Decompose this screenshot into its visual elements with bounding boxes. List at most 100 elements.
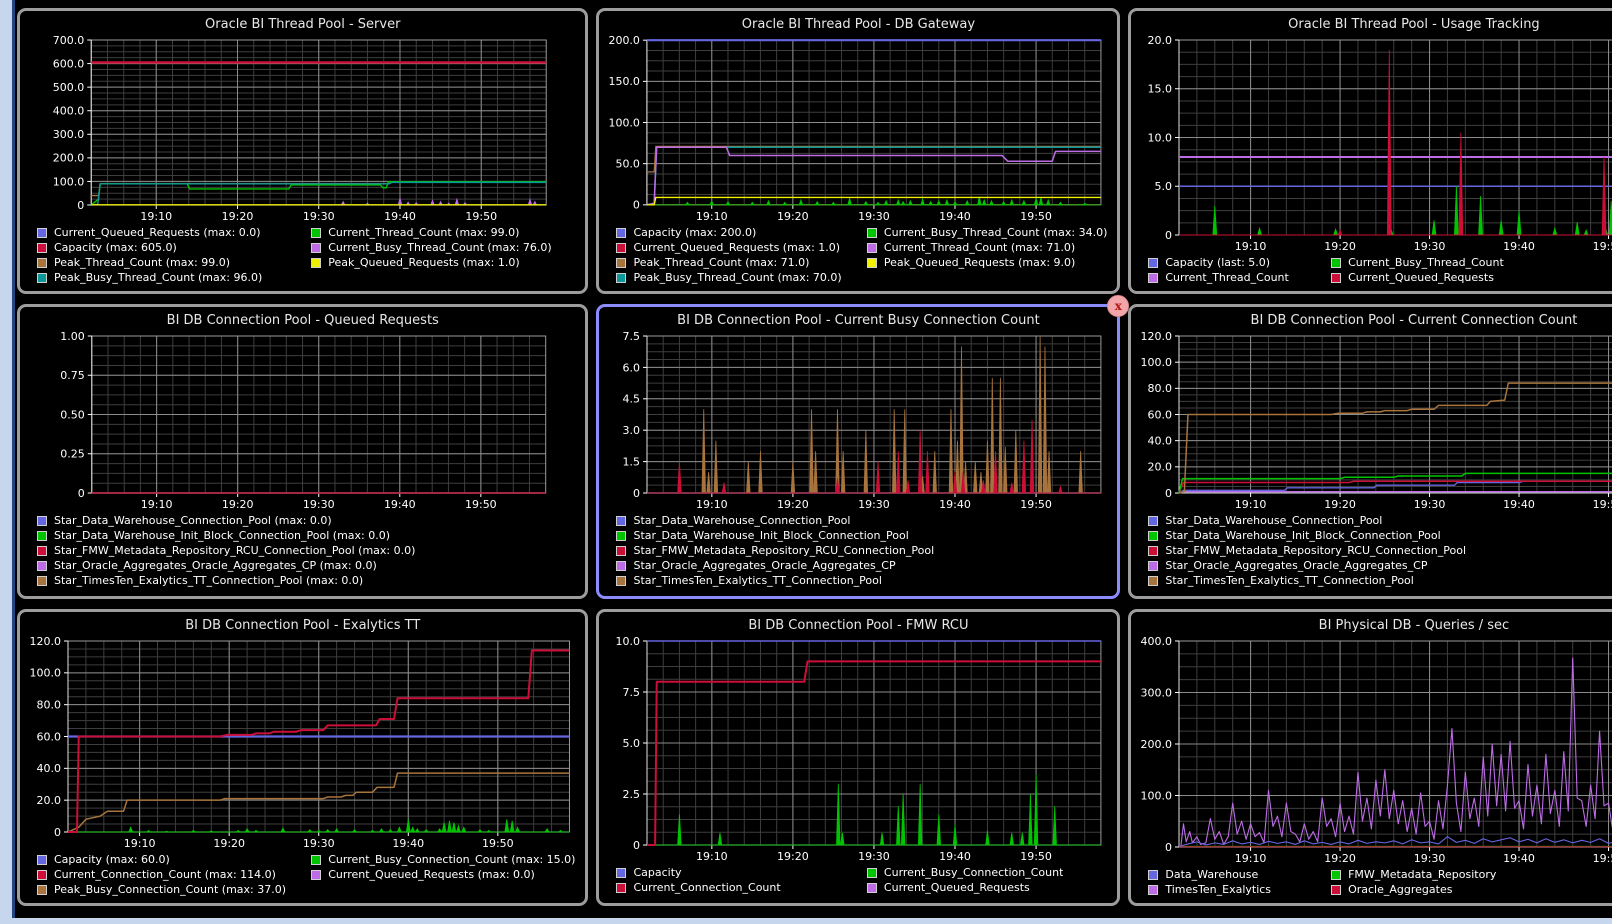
y-tick-label: 120.0 <box>30 635 62 648</box>
panel-connection-pool-exalytics-tt[interactable]: BI DB Connection Pool - Exalytics TT 020… <box>17 609 588 906</box>
series-Star_TimesTen_Exalytics_TT_Connection_Pool <box>991 378 995 493</box>
panel-connection-pool-fmw-rcu[interactable]: BI DB Connection Pool - FMW RCU 02.55.07… <box>596 609 1120 906</box>
series-Current_Busy_Connection_Count <box>147 830 151 832</box>
x-tick-label: 19:40 <box>1504 240 1536 253</box>
series-Current_Queued_Requests <box>1388 50 1392 235</box>
y-tick-label: 0 <box>78 487 85 500</box>
legend-label: Current_Busy_Thread_Count (max: 34.0) <box>884 226 1107 239</box>
legend-swatch <box>616 516 626 526</box>
panel-thread-pool-server[interactable]: Oracle BI Thread Pool - Server 0100.0200… <box>17 8 588 294</box>
y-tick-label: 400.0 <box>1141 635 1173 648</box>
legend-item: Star_Oracle_Aggregates_Oracle_Aggregates… <box>616 559 1107 572</box>
x-tick-label: 19:20 <box>1325 240 1357 253</box>
x-tick-label: 19:30 <box>859 498 891 511</box>
series-Current_Busy_Connection_Count <box>897 806 901 845</box>
series-Current_Busy_Connection_Count <box>424 830 428 832</box>
y-tick-label: 1.00 <box>60 330 85 343</box>
legend-swatch <box>616 243 626 253</box>
legend-label: Star_Oracle_Aggregates_Oracle_Aggregates… <box>1165 559 1427 572</box>
y-tick-label: 300.0 <box>1141 686 1173 699</box>
series-Current_Busy_Thread_Count <box>864 202 868 205</box>
legend-item: Current_Busy_Thread_Count <box>1331 256 1504 269</box>
series-Current_Busy_Connection_Count <box>719 833 723 845</box>
legend-label: Current_Thread_Count (max: 99.0) <box>328 226 519 239</box>
chart-plot: 0100.0200.0300.0400.0500.0600.0700.019:1… <box>22 33 583 225</box>
series-Star_FMW_Metadata_Repository_RCU_Connection_Pool <box>1023 441 1027 493</box>
series-Current_Busy_Thread_Count <box>1455 186 1459 235</box>
x-tick-label: 19:30 <box>859 210 891 223</box>
legend-item: Star_Oracle_Aggregates_Oracle_Aggregates… <box>37 559 575 572</box>
legend-label: Star_TimesTen_Exalytics_TT_Connection_Po… <box>1165 574 1413 587</box>
series-Current_Busy_Connection_Count <box>881 833 885 845</box>
panel-connection-pool-current-count[interactable]: BI DB Connection Pool - Current Connecti… <box>1128 304 1612 599</box>
legend-label: Star_Data_Warehouse_Init_Block_Connectio… <box>54 529 390 542</box>
y-tick-label: 1.5 <box>623 455 641 468</box>
series-Current_Busy_Thread_Count <box>1576 222 1580 235</box>
series-Star_TimesTen_Exalytics_TT_Connection_Pool <box>792 462 796 493</box>
legend-label: Star_Data_Warehouse_Connection_Pool <box>1165 514 1382 527</box>
legend-label: Star_FMW_Metadata_Repository_RCU_Connect… <box>1165 544 1466 557</box>
y-tick-label: 15.0 <box>1148 83 1173 96</box>
series-Star_FMW_Metadata_Repository_RCU_Connection_Pool <box>926 451 930 493</box>
y-tick-label: 10.0 <box>616 635 641 648</box>
legend-item: Star_FMW_Metadata_Repository_RCU_Connect… <box>1148 544 1612 557</box>
legend-swatch <box>37 516 47 526</box>
panel-connection-pool-queued-requests[interactable]: BI DB Connection Pool - Queued Requests … <box>17 304 588 599</box>
series-Star_TimesTen_Exalytics_TT_Connection_Pool <box>702 409 706 493</box>
legend-swatch <box>37 885 47 895</box>
series-Current_Busy_Thread_Count <box>990 201 994 205</box>
legend-item: TimesTen_Exalytics <box>1148 883 1321 896</box>
legend-swatch <box>311 228 321 238</box>
legend-item: Star_FMW_Metadata_Repository_RCU_Connect… <box>37 544 575 557</box>
legend-item: FMW_Metadata_Repository <box>1331 868 1504 881</box>
legend-swatch <box>1148 258 1158 268</box>
legend-item: Capacity (max: 60.0) <box>37 853 301 866</box>
legend-item: Star_TimesTen_Exalytics_TT_Connection_Po… <box>616 574 1107 587</box>
legend-label: Star_Data_Warehouse_Init_Block_Connectio… <box>1165 529 1440 542</box>
y-tick-label: 100.0 <box>1141 356 1173 369</box>
series-Current_Busy_Connection_Count <box>954 825 958 845</box>
legend-label: Star_TimesTen_Exalytics_TT_Connection_Po… <box>54 574 363 587</box>
legend-swatch <box>311 870 321 880</box>
panel-thread-pool-usage-tracking[interactable]: Oracle BI Thread Pool - Usage Tracking 0… <box>1128 8 1612 294</box>
chart-plot: 020.040.060.080.0100.0120.019:1019:2019:… <box>22 634 583 852</box>
legend-swatch <box>867 868 877 878</box>
y-tick-label: 0 <box>633 487 640 500</box>
x-tick-label: 19:50 <box>482 837 514 850</box>
close-button[interactable]: x <box>1107 295 1129 317</box>
series-Star_TimesTen_Exalytics_TT_Connection_Pool <box>950 409 954 493</box>
series-Current_Busy_Connection_Count <box>937 814 941 845</box>
legend-label: Current_Queued_Requests (max: 0.0) <box>54 226 261 239</box>
x-tick-label: 19:50 <box>1593 240 1612 253</box>
y-tick-label: 150.0 <box>609 75 640 88</box>
series-Star_TimesTen_Exalytics_TT_Connection_Pool <box>999 378 1003 493</box>
x-tick-label: 19:50 <box>1593 498 1612 511</box>
series-Current_Busy_Thread_Count <box>921 199 925 205</box>
series-Star_TimesTen_Exalytics_TT_Connection_Pool <box>810 409 814 493</box>
plot-area: 050.0100.0150.0200.019:1019:2019:3019:40… <box>599 33 1117 225</box>
panel-physical-db-queries-per-sec[interactable]: BI Physical DB - Queries / sec 0100.0200… <box>1128 609 1612 906</box>
series-Current_Busy_Connection_Count <box>510 821 514 832</box>
series-Current_Busy_Thread_Count <box>783 202 787 204</box>
series-Current_Busy_Connection_Count <box>379 829 383 832</box>
legend-item: Current_Busy_Connection_Count <box>867 866 1107 879</box>
legend-label: Star_FMW_Metadata_Repository_RCU_Connect… <box>54 544 415 557</box>
x-tick-label: 19:50 <box>1021 498 1053 511</box>
series-Star_FMW_Metadata_Repository_RCU_Connection_Pool <box>1010 483 1014 493</box>
y-tick-label: 40.0 <box>37 762 62 775</box>
x-tick-label: 19:40 <box>940 850 972 863</box>
legend-label: Current_Busy_Thread_Count (max: 76.0) <box>328 241 551 254</box>
x-tick-label: 19:20 <box>222 210 254 223</box>
legend-label: Current_Busy_Connection_Count <box>884 866 1063 879</box>
x-tick-label: 19:30 <box>1414 852 1446 865</box>
legend-item: Peak_Queued_Requests (max: 1.0) <box>311 256 575 269</box>
legend-item: Peak_Thread_Count (max: 99.0) <box>37 256 301 269</box>
x-tick-label: 19:50 <box>1593 852 1612 865</box>
panel-thread-pool-db-gateway[interactable]: Oracle BI Thread Pool - DB Gateway 050.0… <box>596 8 1120 294</box>
y-tick-label: 80.0 <box>1148 382 1173 395</box>
series-Current_Busy_Connection_Count <box>165 831 169 832</box>
legend-swatch <box>37 243 47 253</box>
series-Current_Busy_Connection_Count <box>388 830 392 832</box>
panel-connection-pool-current-busy[interactable]: x BI DB Connection Pool - Current Busy C… <box>596 304 1120 599</box>
legend-item: Current_Connection_Count (max: 114.0) <box>37 868 301 881</box>
